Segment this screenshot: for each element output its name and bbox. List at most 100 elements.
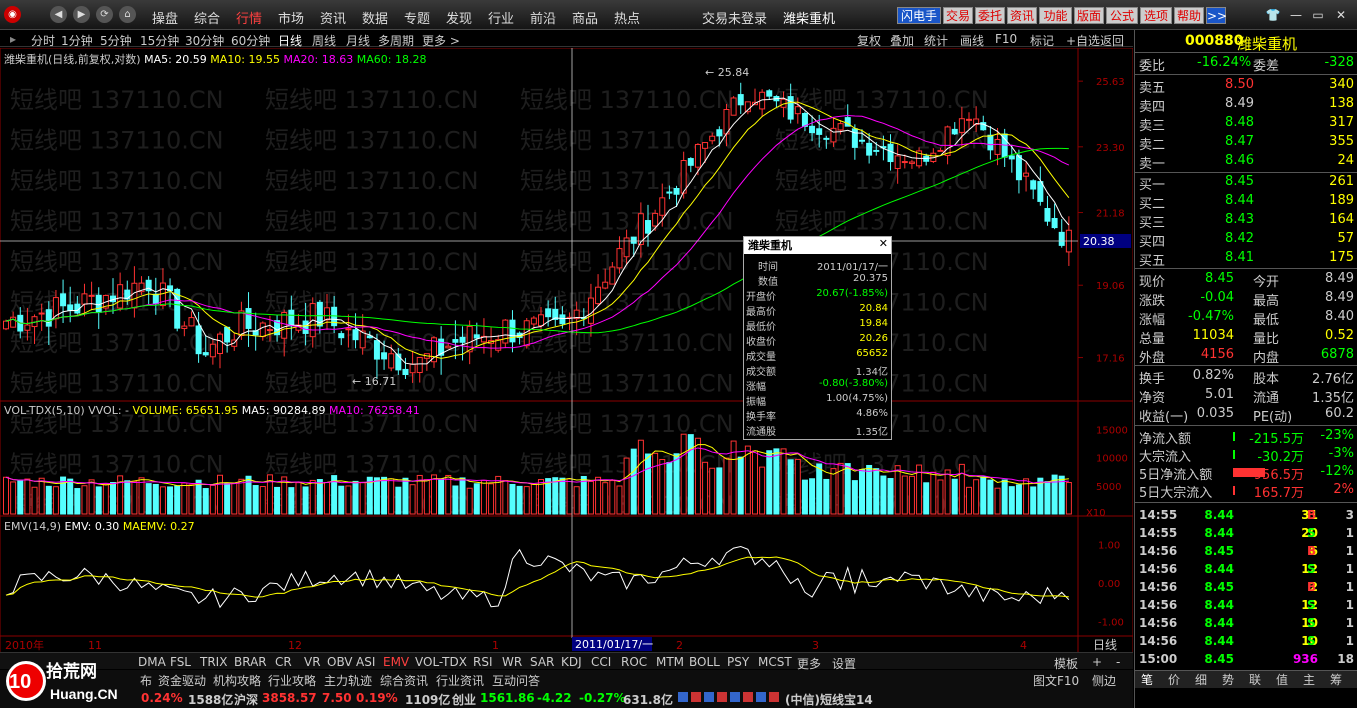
period-tab-4[interactable]: 30分钟 [185, 32, 224, 49]
indicator-tab-16[interactable]: MTM [656, 655, 684, 669]
period-tab-5[interactable]: 60分钟 [231, 32, 270, 49]
indicator-tab-1[interactable]: FSL [170, 655, 191, 669]
bottom-prefix[interactable]: 布 [140, 672, 152, 689]
menu-item-3[interactable]: 市场 [278, 8, 304, 27]
indicator-tab-3[interactable]: BRAR [234, 655, 267, 669]
period-menu-icon[interactable]: ▸ [10, 32, 16, 46]
back-icon[interactable]: ◀ [50, 6, 67, 23]
forward-icon[interactable]: ▶ [73, 6, 90, 23]
indicator-tab-6[interactable]: OBV [327, 655, 353, 669]
menu-item-4[interactable]: 资讯 [320, 8, 346, 27]
menu-item-5[interactable]: 数据 [362, 8, 388, 27]
indicator-tab-15[interactable]: ROC [621, 655, 647, 669]
indicator-tab-13[interactable]: KDJ [561, 655, 582, 669]
period-tab-8[interactable]: 月线 [346, 32, 370, 49]
indicator-tab-12[interactable]: SAR [530, 655, 554, 669]
toolbar-button-5[interactable]: 版面 [1074, 7, 1104, 24]
login-status[interactable]: 交易未登录 [702, 8, 767, 27]
indicator-tab-5[interactable]: VR [304, 655, 321, 669]
status-icon[interactable] [769, 692, 779, 702]
quote-tab-3[interactable]: 势 [1222, 671, 1234, 688]
toolbar-button-9[interactable]: >> [1206, 7, 1227, 24]
status-icon[interactable] [743, 692, 753, 702]
indicator-tab-8[interactable]: EMV [383, 655, 409, 669]
f10-button[interactable]: 图文F10 [1033, 672, 1079, 689]
period-tab-6[interactable]: 日线 [278, 32, 302, 49]
chart-tool-3[interactable]: 画线 [960, 32, 984, 49]
toolbar-button-4[interactable]: 功能 [1039, 7, 1072, 24]
indicator-tab-17[interactable]: BOLL [689, 655, 720, 669]
period-tab-10[interactable]: 更多 > [422, 32, 460, 49]
bottom-link-0[interactable]: 资金驱动 [158, 672, 206, 689]
bottom-link-1[interactable]: 机构攻略 [213, 672, 261, 689]
menu-item-0[interactable]: 操盘 [152, 8, 178, 27]
status-icon[interactable] [704, 692, 714, 702]
sidebar-button[interactable]: 侧边 [1092, 672, 1116, 689]
bottom-link-5[interactable]: 行业资讯 [436, 672, 484, 689]
quote-tab-0[interactable]: 笔 [1141, 671, 1153, 688]
bottom-link-2[interactable]: 行业攻略 [268, 672, 316, 689]
home-icon[interactable]: ⌂ [119, 6, 136, 23]
period-tab-2[interactable]: 5分钟 [100, 32, 132, 49]
chart-tool-4[interactable]: F10 [995, 32, 1017, 46]
maximize-icon[interactable]: ▭ [1310, 7, 1326, 23]
indicator-tab-9[interactable]: VOL-TDX [415, 655, 467, 669]
close-icon[interactable]: ✕ [1333, 7, 1349, 23]
quote-tab-1[interactable]: 价 [1168, 671, 1180, 688]
bottom-link-3[interactable]: 主力轨迹 [324, 672, 372, 689]
menu-item-8[interactable]: 行业 [488, 8, 514, 27]
indicator-tab-4[interactable]: CR [275, 655, 292, 669]
chart-tool-1[interactable]: 叠加 [890, 32, 914, 49]
menu-item-9[interactable]: 前沿 [530, 8, 556, 27]
kline-chart[interactable]: 短线吧 137110.CN 短线吧 137110.CN 短线吧 137110.CN 短… [0, 48, 1133, 658]
toolbar-button-3[interactable]: 资讯 [1007, 7, 1037, 24]
indicator-tab-11[interactable]: WR [502, 655, 522, 669]
status-icon[interactable] [691, 692, 701, 702]
app-logo-icon[interactable]: ◉ [4, 6, 21, 23]
zoom-in-button[interactable]: + [1092, 655, 1102, 669]
indicator-tab-14[interactable]: CCI [591, 655, 611, 669]
menu-item-2[interactable]: 行情 [236, 8, 262, 27]
refresh-icon[interactable]: ⟳ [96, 6, 113, 23]
chart-tool-6[interactable]: +自选 [1066, 32, 1100, 49]
quote-tab-5[interactable]: 值 [1276, 671, 1288, 688]
toolbar-button-2[interactable]: 委托 [975, 7, 1005, 24]
period-tab-9[interactable]: 多周期 [378, 32, 414, 49]
data-popup[interactable]: 潍柴重机 ✕ 时间 2011/01/17/一 数值 20.375 开盘价 20.67(-1… [743, 236, 892, 440]
menu-item-7[interactable]: 发现 [446, 8, 472, 27]
bottom-link-4[interactable]: 综合资讯 [380, 672, 428, 689]
indicator-tab-19[interactable]: MCST [758, 655, 792, 669]
quote-tab-4[interactable]: 联 [1249, 671, 1261, 688]
status-icon[interactable] [678, 692, 688, 702]
status-icon[interactable] [756, 692, 766, 702]
quote-tab-2[interactable]: 细 [1195, 671, 1207, 688]
chart-tool-2[interactable]: 统计 [924, 32, 948, 49]
toolbar-button-8[interactable]: 帮助 [1174, 7, 1204, 24]
indicator-tab-0[interactable]: DMA [138, 655, 166, 669]
quote-tab-6[interactable]: 主 [1303, 671, 1315, 688]
status-icon[interactable] [730, 692, 740, 702]
chart-tool-7[interactable]: 返回 [1100, 32, 1124, 49]
shirt-icon[interactable]: 👕 [1265, 7, 1281, 23]
period-tab-0[interactable]: 分时 [31, 32, 55, 49]
close-icon[interactable]: ✕ [879, 237, 888, 250]
toolbar-button-0[interactable]: 闪电手 [897, 7, 941, 24]
bottom-link-6[interactable]: 互动问答 [492, 672, 540, 689]
toolbar-button-1[interactable]: 交易 [943, 7, 973, 24]
menu-item-1[interactable]: 综合 [194, 8, 220, 27]
menu-item-10[interactable]: 商品 [572, 8, 598, 27]
minimize-icon[interactable]: — [1288, 7, 1304, 23]
zoom-out-button[interactable]: - [1116, 655, 1120, 669]
indicator-tab-7[interactable]: ASI [356, 655, 375, 669]
menu-item-11[interactable]: 热点 [614, 8, 640, 27]
menu-item-6[interactable]: 专题 [404, 8, 430, 27]
chart-tool-0[interactable]: 复权 [857, 32, 881, 49]
period-tab-7[interactable]: 周线 [312, 32, 336, 49]
toolbar-button-6[interactable]: 公式 [1106, 7, 1138, 24]
indicator-tab-10[interactable]: RSI [473, 655, 493, 669]
indicator-tab-18[interactable]: PSY [727, 655, 749, 669]
toolbar-button-7[interactable]: 选项 [1140, 7, 1172, 24]
period-tab-1[interactable]: 1分钟 [61, 32, 93, 49]
indicator-tab-2[interactable]: TRIX [200, 655, 227, 669]
quote-tab-7[interactable]: 筹 [1330, 671, 1342, 688]
